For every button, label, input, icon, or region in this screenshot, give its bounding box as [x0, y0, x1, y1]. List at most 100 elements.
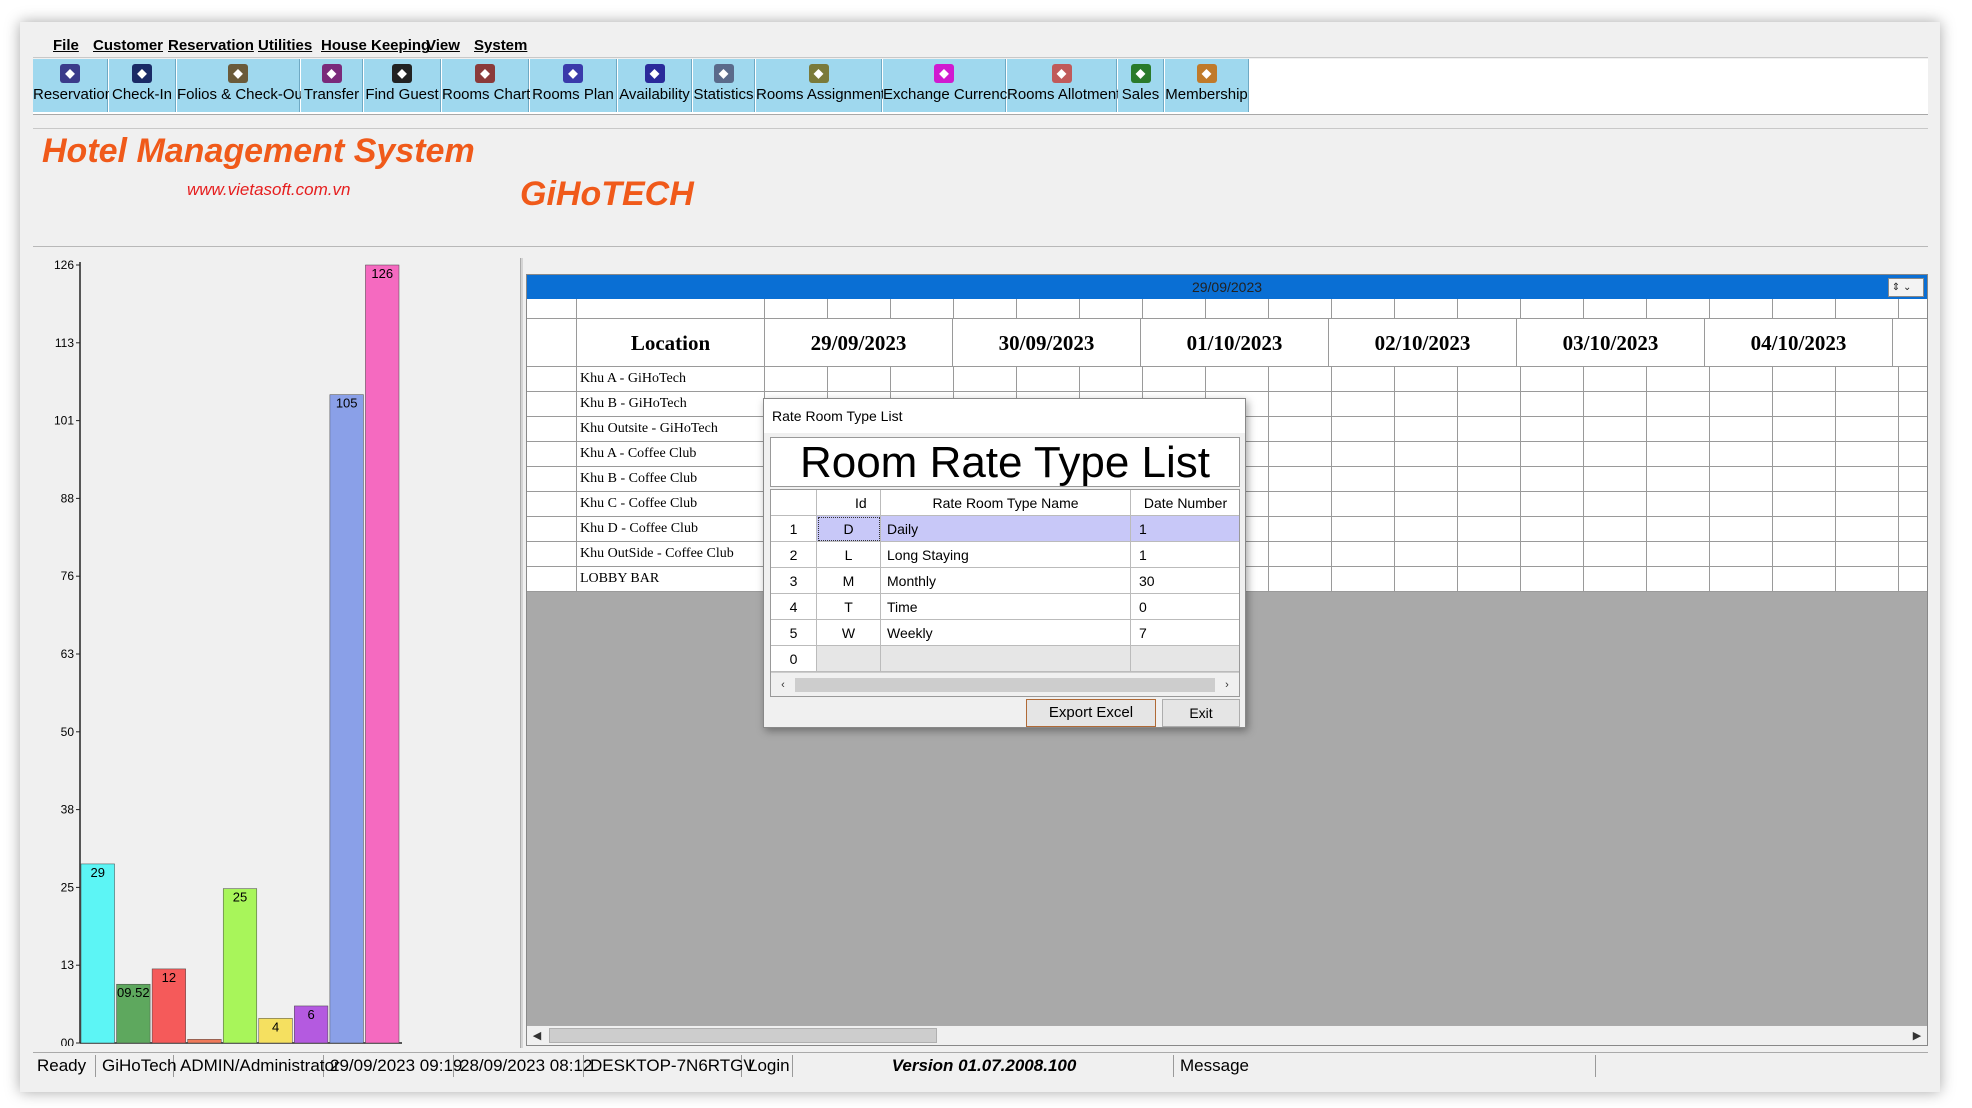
booking-cell[interactable]	[1647, 492, 1710, 517]
rate-type-days[interactable]: 0	[1131, 594, 1239, 620]
menu-file[interactable]: File	[53, 37, 79, 54]
booking-cell[interactable]	[1710, 392, 1773, 417]
booking-cell[interactable]	[1458, 492, 1521, 517]
location-name[interactable]: Khu OutSide - Coffee Club	[577, 542, 765, 567]
booking-cell[interactable]	[1458, 392, 1521, 417]
rate-type-days[interactable]: 1	[1131, 516, 1239, 542]
booking-cell[interactable]	[1836, 417, 1899, 442]
booking-cell[interactable]	[1836, 517, 1899, 542]
booking-cell[interactable]	[1332, 492, 1395, 517]
row-number[interactable]: 0	[771, 646, 817, 672]
booking-cell[interactable]	[1458, 442, 1521, 467]
booking-cell[interactable]	[1521, 467, 1584, 492]
menu-view[interactable]: View	[426, 37, 460, 54]
booking-cell[interactable]	[1458, 367, 1521, 392]
booking-cell[interactable]	[1521, 367, 1584, 392]
booking-cell[interactable]	[1899, 367, 1927, 392]
booking-cell[interactable]	[1458, 467, 1521, 492]
toolbar-reservation-button[interactable]: ◆ Reservation	[33, 59, 113, 112]
toolbar-statistics-button[interactable]: ◆ Statistics	[693, 59, 755, 112]
booking-cell[interactable]	[1269, 517, 1332, 542]
booking-cell[interactable]	[1836, 392, 1899, 417]
toolbar-availability-button[interactable]: ◆ Availability	[618, 59, 692, 112]
booking-cell[interactable]	[1269, 467, 1332, 492]
booking-cell[interactable]	[1269, 392, 1332, 417]
rate-type-id[interactable]: T	[817, 594, 881, 620]
export-excel-button[interactable]: Export Excel	[1026, 699, 1156, 727]
scroll-right-icon[interactable]: ▶	[1909, 1028, 1925, 1044]
menu-reservation[interactable]: Reservation	[168, 37, 254, 54]
booking-cell[interactable]	[1773, 542, 1836, 567]
toolbar-check-in-button[interactable]: ◆ Check-In	[109, 59, 176, 112]
booking-cell[interactable]	[1647, 442, 1710, 467]
booking-cell[interactable]	[1395, 417, 1458, 442]
toolbar-rooms-allotment-button[interactable]: ◆ Rooms Allotment	[1007, 59, 1120, 112]
booking-cell[interactable]	[1710, 542, 1773, 567]
booking-cell[interactable]	[1710, 492, 1773, 517]
booking-cell[interactable]	[1710, 467, 1773, 492]
column-header[interactable]: Rate Room Type Name	[881, 490, 1131, 516]
rate-type-days[interactable]	[1131, 646, 1239, 672]
booking-cell[interactable]	[1080, 367, 1143, 392]
toolbar-membership-button[interactable]: ◆ Membership	[1165, 59, 1249, 112]
booking-cell[interactable]	[1458, 542, 1521, 567]
booking-cell[interactable]	[1521, 492, 1584, 517]
booking-cell[interactable]	[1899, 542, 1927, 567]
booking-cell[interactable]	[1773, 367, 1836, 392]
scroll-left-icon[interactable]: ◀	[529, 1028, 545, 1044]
booking-cell[interactable]	[1710, 567, 1773, 592]
booking-cell[interactable]	[1269, 367, 1332, 392]
location-name[interactable]: Khu B - GiHoTech	[577, 392, 765, 417]
booking-cell[interactable]	[1773, 467, 1836, 492]
toolbar-transfer-button[interactable]: ◆ Transfer	[301, 59, 363, 112]
booking-cell[interactable]	[1269, 567, 1332, 592]
booking-cell[interactable]	[1395, 392, 1458, 417]
booking-cell[interactable]	[1395, 492, 1458, 517]
menu-utilities[interactable]: Utilities	[258, 37, 312, 54]
toolbar-rooms-plan-button[interactable]: ◆ Rooms Plan	[530, 59, 617, 112]
rate-type-name[interactable]: Daily	[881, 516, 1131, 542]
booking-cell[interactable]	[1647, 517, 1710, 542]
location-name[interactable]: Khu Outsite - GiHoTech	[577, 417, 765, 442]
booking-cell[interactable]	[1017, 367, 1080, 392]
booking-cell[interactable]	[1836, 542, 1899, 567]
scroll-right-icon[interactable]: ›	[1219, 677, 1235, 693]
booking-cell[interactable]	[1836, 367, 1899, 392]
exit-button[interactable]: Exit	[1162, 699, 1240, 727]
rate-type-id[interactable]: M	[817, 568, 881, 594]
row-number[interactable]: 5	[771, 620, 817, 646]
booking-cell[interactable]	[1584, 567, 1647, 592]
location-name[interactable]: Khu A - GiHoTech	[577, 367, 765, 392]
date-column-header[interactable]: 03/10/2023	[1517, 319, 1705, 367]
booking-cell[interactable]	[1773, 417, 1836, 442]
chevron-down-icon[interactable]: ⌄	[1903, 282, 1911, 293]
booking-cell[interactable]	[1521, 392, 1584, 417]
column-header[interactable]: Date Number	[1131, 490, 1239, 516]
booking-cell[interactable]	[1332, 517, 1395, 542]
location-name[interactable]: LOBBY BAR	[577, 567, 765, 592]
booking-cell[interactable]	[1521, 542, 1584, 567]
date-spinner[interactable]: ⇕ ⌄	[1888, 278, 1924, 297]
booking-cell[interactable]	[1395, 442, 1458, 467]
date-column-header[interactable]: 30/09/2023	[953, 319, 1141, 367]
booking-cell[interactable]	[1395, 467, 1458, 492]
booking-cell[interactable]	[1584, 392, 1647, 417]
rate-type-days[interactable]: 1	[1131, 542, 1239, 568]
horizontal-scrollbar[interactable]: ◀ ▶	[527, 1025, 1927, 1045]
booking-cell[interactable]	[1710, 417, 1773, 442]
booking-cell[interactable]	[1773, 392, 1836, 417]
booking-cell[interactable]	[1773, 442, 1836, 467]
booking-cell[interactable]	[1521, 517, 1584, 542]
booking-cell[interactable]	[1836, 467, 1899, 492]
menu-house-keeping[interactable]: House Keeping	[321, 37, 430, 54]
booking-cell[interactable]	[1332, 392, 1395, 417]
row-number[interactable]: 3	[771, 568, 817, 594]
booking-cell[interactable]	[1899, 392, 1927, 417]
booking-cell[interactable]	[1584, 517, 1647, 542]
booking-cell[interactable]	[1899, 417, 1927, 442]
booking-cell[interactable]	[1584, 492, 1647, 517]
menu-customer[interactable]: Customer	[93, 37, 163, 54]
booking-cell[interactable]	[1647, 392, 1710, 417]
location-name[interactable]: Khu B - Coffee Club	[577, 467, 765, 492]
rate-type-name[interactable]: Long Staying	[881, 542, 1131, 568]
